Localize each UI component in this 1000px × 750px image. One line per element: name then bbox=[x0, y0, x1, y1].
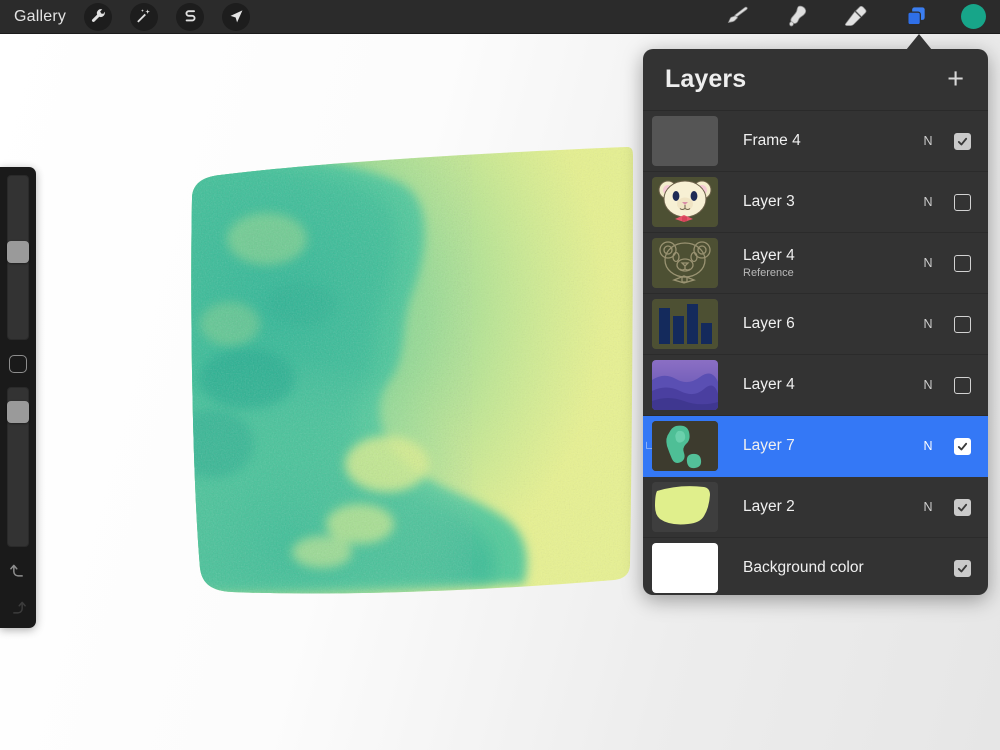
tool-sidebar[interactable] bbox=[0, 167, 36, 628]
layer-thumbnail[interactable] bbox=[652, 299, 718, 349]
layer-visibility-checkbox[interactable] bbox=[954, 559, 971, 577]
layer-label-group: Layer 4 bbox=[718, 376, 915, 394]
layer-label-group: Layer 6 bbox=[718, 315, 915, 333]
layer-name: Layer 7 bbox=[743, 437, 795, 454]
layer-visibility-checkbox[interactable] bbox=[954, 315, 971, 333]
add-layer-button[interactable]: + bbox=[947, 65, 964, 94]
layer-row[interactable]: Frame 4 N bbox=[643, 111, 988, 172]
blend-mode-button[interactable]: N bbox=[915, 256, 941, 270]
layer-list: Frame 4 N Layer 3 N Layer 4 Reference N Layer 6… bbox=[643, 111, 988, 595]
blend-mode-button[interactable]: N bbox=[915, 439, 941, 453]
layer-row[interactable]: Layer 4 N bbox=[643, 355, 988, 416]
gallery-button[interactable]: Gallery bbox=[14, 8, 66, 26]
layer-name: Layer 6 bbox=[743, 315, 795, 332]
brush-size-slider[interactable] bbox=[7, 175, 29, 340]
layer-name: Layer 2 bbox=[743, 498, 795, 515]
layer-label-group: Background color bbox=[718, 559, 915, 577]
layers-icon[interactable] bbox=[901, 4, 931, 30]
paintbrush-icon[interactable] bbox=[721, 4, 751, 30]
layer-row[interactable]: Layer 6 N bbox=[643, 294, 988, 355]
layer-row[interactable]: Layer 4 Reference N bbox=[643, 233, 988, 294]
layer-label-group: Frame 4 bbox=[718, 132, 915, 150]
layer-visibility-checkbox[interactable] bbox=[954, 132, 971, 150]
undo-icon[interactable] bbox=[8, 560, 28, 585]
eraser-icon[interactable] bbox=[841, 4, 871, 30]
opacity-slider[interactable] bbox=[7, 387, 29, 547]
magic-wand-icon[interactable] bbox=[130, 2, 159, 31]
layer-label-group: Layer 2 bbox=[718, 498, 915, 516]
layer-name: Frame 4 bbox=[743, 132, 801, 149]
layer-row[interactable]: Layer 2 N bbox=[643, 477, 988, 538]
layer-name: Layer 3 bbox=[743, 193, 795, 210]
blend-mode-button[interactable]: N bbox=[915, 500, 941, 514]
layer-label-group: Layer 3 bbox=[718, 193, 915, 211]
layer-thumbnail[interactable] bbox=[652, 543, 718, 593]
opacity-handle[interactable] bbox=[7, 400, 29, 423]
layer-name: Layer 4 bbox=[743, 247, 795, 264]
layer-visibility-checkbox[interactable] bbox=[954, 376, 971, 394]
smudge-icon[interactable] bbox=[781, 4, 811, 30]
layer-visibility-checkbox[interactable] bbox=[954, 254, 971, 272]
wrench-icon[interactable] bbox=[84, 2, 113, 31]
layers-panel-header: Layers + bbox=[643, 49, 988, 111]
layer-row[interactable]: Background color bbox=[643, 538, 988, 595]
layer-subtitle: Reference bbox=[743, 267, 794, 279]
layer-thumbnail[interactable] bbox=[652, 116, 718, 166]
layer-visibility-checkbox[interactable] bbox=[954, 193, 971, 211]
top-toolbar: Gallery bbox=[0, 0, 1000, 34]
layer-thumbnail[interactable] bbox=[652, 421, 718, 471]
color-swatch[interactable] bbox=[961, 4, 986, 29]
layer-row[interactable]: ∟ Layer 7N bbox=[643, 416, 988, 477]
panel-title: Layers bbox=[665, 65, 747, 93]
blend-mode-button[interactable]: N bbox=[915, 378, 941, 392]
brush-size-handle[interactable] bbox=[7, 241, 29, 264]
layer-name: Layer 4 bbox=[743, 376, 795, 393]
layers-panel: Layers + Frame 4 N Layer 3 N Layer 4 Referenc… bbox=[643, 49, 988, 595]
layers-panel-pointer bbox=[906, 34, 932, 50]
modify-square-button[interactable] bbox=[9, 355, 27, 373]
blend-mode-button[interactable]: N bbox=[915, 195, 941, 209]
layer-visibility-checkbox[interactable] bbox=[954, 437, 971, 455]
layer-name: Background color bbox=[743, 559, 864, 576]
layer-thumbnail[interactable] bbox=[652, 360, 718, 410]
layer-thumbnail[interactable] bbox=[652, 482, 718, 532]
layer-thumbnail[interactable] bbox=[652, 238, 718, 288]
artwork-watercolor-blob bbox=[172, 144, 634, 604]
layer-label-group: Layer 7 bbox=[718, 437, 915, 455]
arrow-transform-icon[interactable] bbox=[222, 2, 251, 31]
layer-label-group: Layer 4 Reference bbox=[718, 247, 915, 279]
blend-mode-button[interactable]: N bbox=[915, 134, 941, 148]
layer-visibility-checkbox[interactable] bbox=[954, 498, 971, 516]
s-curve-selection-icon[interactable] bbox=[176, 2, 205, 31]
redo-icon[interactable] bbox=[8, 597, 28, 622]
blend-mode-button[interactable]: N bbox=[915, 317, 941, 331]
layer-thumbnail[interactable] bbox=[652, 177, 718, 227]
layer-row[interactable]: Layer 3 N bbox=[643, 172, 988, 233]
